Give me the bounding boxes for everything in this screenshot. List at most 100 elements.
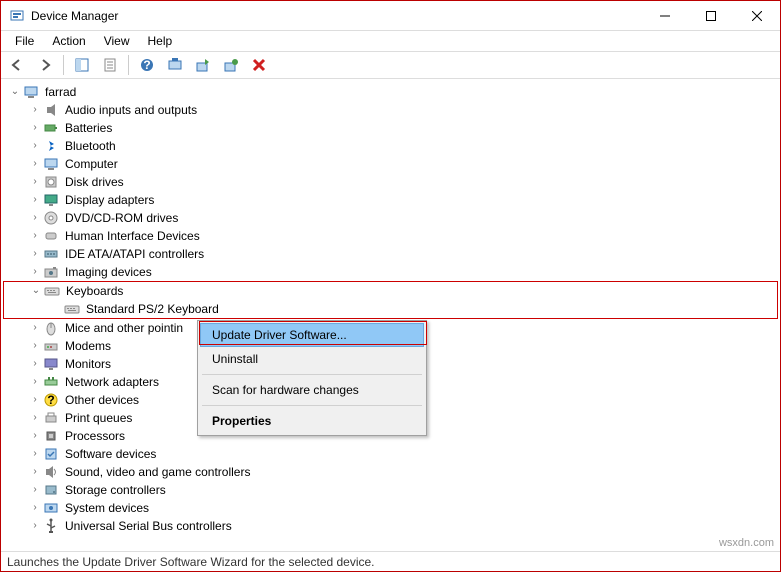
chevron-right-icon[interactable]: › — [27, 156, 43, 172]
app-icon — [9, 8, 25, 24]
tree-node-label: Modems — [63, 337, 113, 355]
chevron-right-icon[interactable]: › — [27, 228, 43, 244]
hid-icon — [43, 228, 59, 244]
svg-text:?: ? — [47, 393, 54, 407]
other-icon: ? — [43, 392, 59, 408]
system-icon — [43, 500, 59, 516]
usb-icon — [43, 518, 59, 534]
tree-root[interactable]: ⌄ farrad — [3, 83, 778, 101]
context-separator — [202, 374, 422, 375]
context-uninstall[interactable]: Uninstall — [200, 347, 424, 371]
computer-icon — [43, 156, 59, 172]
tree-node-label: Standard PS/2 Keyboard — [84, 300, 221, 318]
chevron-right-icon[interactable]: › — [27, 120, 43, 136]
status-text: Launches the Update Driver Software Wiza… — [7, 555, 375, 569]
chevron-right-icon[interactable]: › — [27, 518, 43, 534]
tree-node-label: DVD/CD-ROM drives — [63, 209, 180, 227]
tree-node-label: Other devices — [63, 391, 141, 409]
statusbar: Launches the Update Driver Software Wiza… — [1, 551, 780, 571]
tree-node-label: Mice and other pointin — [63, 319, 185, 337]
sound-icon — [43, 464, 59, 480]
properties-button[interactable] — [98, 53, 122, 77]
chevron-right-icon[interactable]: › — [27, 482, 43, 498]
tree-node-optical[interactable]: › DVD/CD-ROM drives — [3, 209, 778, 227]
tree-node-storage[interactable]: › Storage controllers — [3, 481, 778, 499]
update-driver-button[interactable] — [191, 53, 215, 77]
cpu-icon — [43, 428, 59, 444]
menu-action[interactable]: Action — [44, 32, 93, 50]
show-hide-tree-button[interactable] — [70, 53, 94, 77]
tree-node-sound[interactable]: ›Sound, video and game controllers — [3, 463, 778, 481]
context-scan[interactable]: Scan for hardware changes — [200, 378, 424, 402]
chevron-right-icon[interactable]: › — [27, 392, 43, 408]
chevron-right-icon[interactable]: › — [27, 410, 43, 426]
tree-node-computer[interactable]: ›Computer — [3, 155, 778, 173]
maximize-button[interactable] — [688, 1, 734, 31]
printer-icon — [43, 410, 59, 426]
svg-text:?: ? — [143, 58, 150, 72]
forward-button[interactable] — [33, 53, 57, 77]
chevron-right-icon[interactable]: › — [27, 246, 43, 262]
context-separator — [202, 405, 422, 406]
storage-icon — [43, 482, 59, 498]
chevron-right-icon[interactable]: › — [27, 320, 43, 336]
chevron-right-icon[interactable]: › — [27, 102, 43, 118]
tree-node-keyboard-child[interactable]: Standard PS/2 Keyboard — [4, 300, 777, 318]
keyboard-icon — [44, 283, 60, 299]
context-menu: Update Driver Software... Uninstall Scan… — [197, 320, 427, 436]
tree-node-label: Storage controllers — [63, 481, 168, 499]
delete-button[interactable] — [247, 53, 271, 77]
tree-node-label: Monitors — [63, 355, 113, 373]
chevron-right-icon[interactable]: › — [27, 264, 43, 280]
chevron-right-icon[interactable]: › — [27, 174, 43, 190]
scan-button[interactable] — [163, 53, 187, 77]
uninstall-button[interactable] — [219, 53, 243, 77]
tree-node-label: Processors — [63, 427, 127, 445]
chevron-right-icon[interactable]: › — [27, 374, 43, 390]
device-tree[interactable]: ⌄ farrad ›Audio inputs and outputs›Batte… — [1, 79, 780, 551]
tree-node-battery[interactable]: ›Batteries — [3, 119, 778, 137]
chevron-right-icon[interactable]: › — [27, 464, 43, 480]
tree-node-label: Disk drives — [63, 173, 126, 191]
chevron-right-icon[interactable]: › — [27, 500, 43, 516]
tree-node-label: Print queues — [63, 409, 134, 427]
display-icon — [43, 192, 59, 208]
chevron-right-icon[interactable]: › — [27, 210, 43, 226]
chevron-down-icon[interactable]: ⌄ — [7, 84, 23, 100]
tree-node-audio[interactable]: ›Audio inputs and outputs — [3, 101, 778, 119]
minimize-button[interactable] — [642, 1, 688, 31]
chevron-down-icon[interactable]: ⌄ — [28, 283, 44, 299]
tree-node-imaging[interactable]: ›Imaging devices — [3, 263, 778, 281]
chevron-right-icon[interactable]: › — [27, 428, 43, 444]
menu-view[interactable]: View — [96, 32, 138, 50]
menu-help[interactable]: Help — [140, 32, 181, 50]
tree-node-display[interactable]: › Display adapters — [3, 191, 778, 209]
chevron-right-icon[interactable]: › — [27, 192, 43, 208]
menu-file[interactable]: File — [7, 32, 42, 50]
tree-node-label: Universal Serial Bus controllers — [63, 517, 234, 535]
tree-node-bluetooth[interactable]: ›Bluetooth — [3, 137, 778, 155]
chevron-right-icon[interactable]: › — [27, 446, 43, 462]
imaging-icon — [43, 264, 59, 280]
tree-node-usb[interactable]: › Universal Serial Bus controllers — [3, 517, 778, 535]
disk-icon — [43, 174, 59, 190]
chevron-right-icon[interactable]: › — [27, 138, 43, 154]
back-button[interactable] — [5, 53, 29, 77]
context-properties[interactable]: Properties — [200, 409, 424, 433]
context-update-driver[interactable]: Update Driver Software... — [200, 323, 424, 347]
tree-node-label: Network adapters — [63, 373, 161, 391]
toolbar: ? — [1, 51, 780, 79]
tree-node-label: Display adapters — [63, 191, 156, 209]
chevron-right-icon[interactable]: › — [27, 338, 43, 354]
tree-node-software[interactable]: ›Software devices — [3, 445, 778, 463]
help-button[interactable]: ? — [135, 53, 159, 77]
close-button[interactable] — [734, 1, 780, 31]
tree-node-ide[interactable]: ›IDE ATA/ATAPI controllers — [3, 245, 778, 263]
tree-node-hid[interactable]: ›Human Interface Devices — [3, 227, 778, 245]
tree-node-keyboard[interactable]: ⌄Keyboards — [4, 282, 777, 300]
titlebar: Device Manager — [1, 1, 780, 31]
tree-node-system[interactable]: ›System devices — [3, 499, 778, 517]
mouse-icon — [43, 320, 59, 336]
tree-node-disk[interactable]: › Disk drives — [3, 173, 778, 191]
chevron-right-icon[interactable]: › — [27, 356, 43, 372]
